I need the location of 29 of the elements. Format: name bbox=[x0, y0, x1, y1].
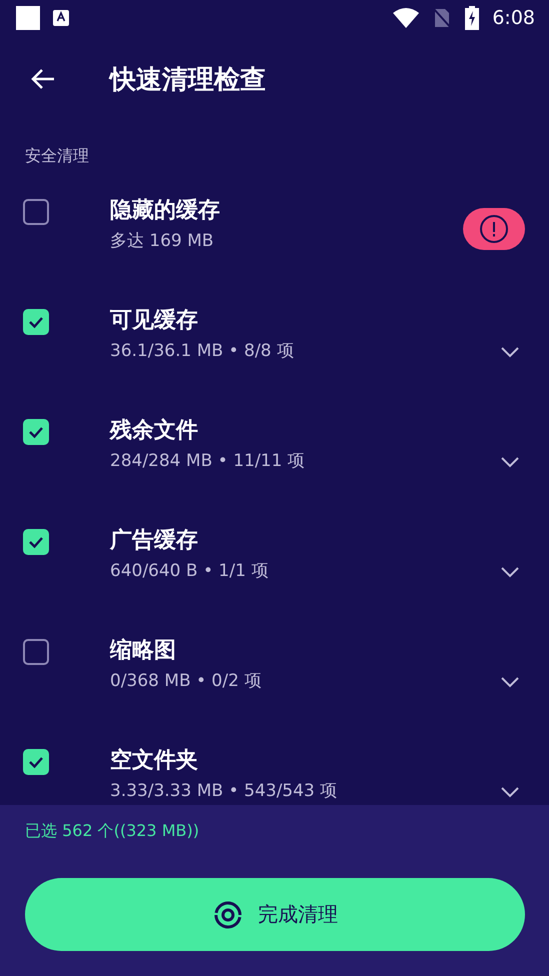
item-detail: 多达 169 MB bbox=[110, 230, 215, 252]
battery-icon bbox=[464, 6, 480, 30]
item-detail: 36.1/36.1 MB • 8/8 项 bbox=[110, 340, 295, 362]
warning-button[interactable] bbox=[463, 208, 525, 250]
item-title: 广告缓存 bbox=[110, 527, 199, 555]
item-detail: 284/284 MB • 11/11 项 bbox=[110, 450, 306, 472]
item-title: 残余文件 bbox=[110, 417, 199, 445]
checkbox[interactable] bbox=[23, 309, 49, 335]
checkbox[interactable] bbox=[23, 419, 49, 445]
checkbox[interactable] bbox=[23, 199, 49, 225]
keyboard-icon bbox=[52, 9, 70, 27]
item-detail: 3.33/3.33 MB • 543/543 项 bbox=[110, 780, 338, 802]
notification-icon bbox=[16, 6, 40, 30]
checkbox[interactable] bbox=[23, 529, 49, 555]
checkbox[interactable] bbox=[23, 639, 49, 665]
checkbox[interactable] bbox=[23, 749, 49, 775]
exclamation-icon bbox=[479, 214, 509, 244]
selection-summary: 已选 562 个((323 MB)) bbox=[25, 821, 200, 842]
item-title: 空文件夹 bbox=[110, 747, 199, 775]
wifi-icon bbox=[392, 7, 420, 29]
clock: 6:08 bbox=[492, 7, 535, 29]
item-title: 缩略图 bbox=[110, 637, 177, 665]
finish-button[interactable]: 完成清理 bbox=[25, 878, 525, 951]
item-title: 可见缓存 bbox=[110, 307, 199, 335]
item-detail: 640/640 B • 1/1 项 bbox=[110, 560, 270, 582]
item-detail: 0/368 MB • 0/2 项 bbox=[110, 670, 262, 692]
page-title: 快速清理检查 bbox=[110, 64, 266, 96]
item-title: 隐藏的缓存 bbox=[110, 197, 221, 225]
section-label: 安全清理 bbox=[24, 145, 90, 167]
